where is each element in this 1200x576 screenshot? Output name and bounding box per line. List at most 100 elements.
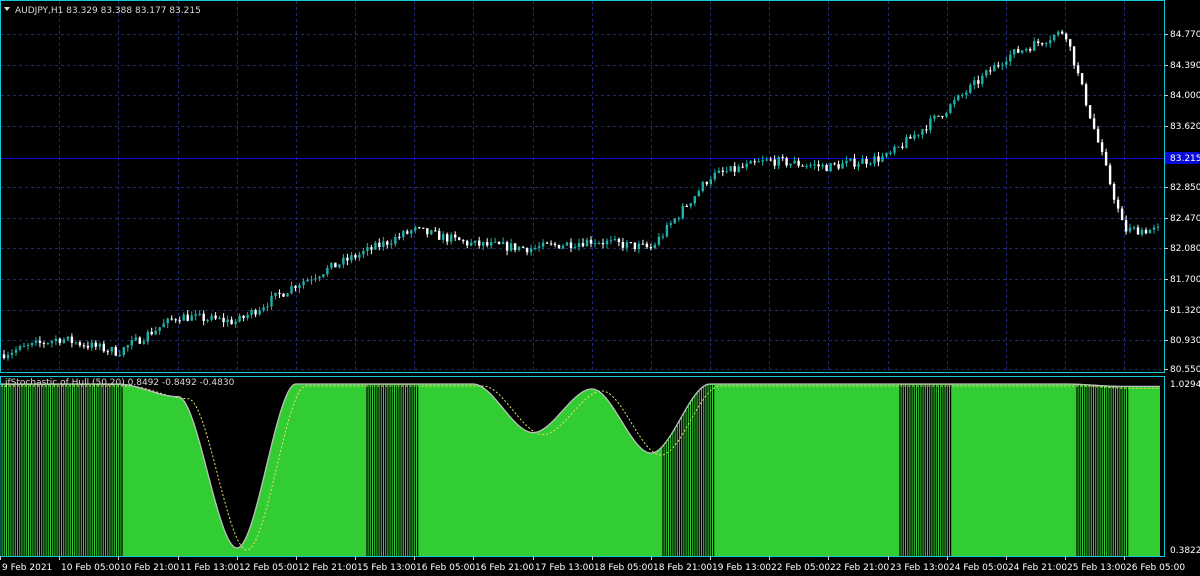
candle-body bbox=[741, 166, 744, 168]
candle-body bbox=[338, 264, 341, 268]
price-panel[interactable]: AUDJPY,H1 83.329 83.388 83.177 83.215 bbox=[0, 0, 1165, 373]
candle-body bbox=[713, 172, 716, 180]
candle-body bbox=[945, 112, 948, 117]
candle-body bbox=[490, 242, 493, 246]
chart-title: AUDJPY,H1 83.329 83.388 83.177 83.215 bbox=[15, 6, 201, 16]
candle-body bbox=[214, 315, 217, 319]
time-label: 12 Feb 05:00 bbox=[239, 563, 298, 573]
chart-window[interactable]: AUDJPY,H1 83.329 83.388 83.177 83.215 84… bbox=[0, 0, 1200, 576]
candle-body bbox=[853, 158, 856, 167]
candle-body bbox=[1029, 49, 1032, 51]
candle-body bbox=[1128, 227, 1132, 232]
candle-body bbox=[641, 243, 645, 245]
candle-body bbox=[773, 159, 776, 166]
candle-body bbox=[889, 152, 892, 154]
candle-body bbox=[901, 146, 904, 148]
candle-body bbox=[298, 285, 301, 288]
candle-body bbox=[957, 95, 960, 101]
candle-body bbox=[190, 315, 193, 321]
candle-body bbox=[813, 164, 816, 166]
candle-body bbox=[334, 262, 337, 268]
candle-body bbox=[1112, 184, 1116, 200]
candle-body bbox=[218, 317, 221, 319]
candle-body bbox=[322, 274, 325, 277]
candle-body bbox=[6, 355, 10, 359]
candle-body bbox=[1136, 227, 1140, 235]
candle-body bbox=[458, 237, 461, 241]
candle-body bbox=[633, 242, 637, 250]
candle-body bbox=[673, 218, 676, 224]
candle-body bbox=[657, 236, 661, 245]
candle-body bbox=[857, 163, 860, 167]
candle-body bbox=[434, 230, 437, 232]
candle-body bbox=[969, 84, 972, 93]
candle-body bbox=[725, 171, 728, 173]
candle-body bbox=[254, 310, 257, 315]
candle-body bbox=[278, 292, 281, 294]
candle-body bbox=[621, 242, 625, 248]
candle-body bbox=[178, 320, 181, 322]
candle-body bbox=[174, 319, 177, 321]
candle-body bbox=[46, 343, 50, 345]
candle-body bbox=[1096, 128, 1100, 143]
candle-body bbox=[282, 293, 285, 297]
candle-body bbox=[290, 286, 293, 294]
candle-body bbox=[1076, 65, 1080, 74]
price-label: 83.215 bbox=[1170, 154, 1200, 164]
candle-body bbox=[462, 240, 465, 242]
candle-body bbox=[1116, 199, 1120, 209]
candle-body bbox=[102, 343, 105, 352]
candle-body bbox=[1080, 73, 1084, 85]
candle-body bbox=[1152, 227, 1156, 230]
candle-body bbox=[10, 352, 14, 355]
candle-body bbox=[577, 243, 581, 248]
candle-body bbox=[613, 239, 617, 240]
time-label: 22 Feb 05:00 bbox=[771, 563, 830, 573]
candle-body bbox=[266, 306, 269, 308]
candle-body bbox=[406, 231, 409, 234]
candle-body bbox=[158, 327, 161, 331]
candle-body bbox=[521, 246, 525, 248]
candle-body bbox=[745, 163, 748, 168]
candle-body bbox=[833, 163, 836, 165]
price-label: 80.930 bbox=[1170, 336, 1200, 346]
candle-body bbox=[829, 163, 832, 172]
candle-body bbox=[557, 244, 561, 249]
candle-body bbox=[993, 65, 996, 72]
candle-body bbox=[505, 242, 509, 251]
price-panel-border bbox=[0, 0, 1165, 373]
price-label: 82.470 bbox=[1170, 214, 1200, 224]
time-label: 26 Feb 05:00 bbox=[1126, 563, 1185, 573]
time-label: 9 Feb 2021 bbox=[2, 563, 52, 573]
candle-body bbox=[82, 345, 86, 347]
time-label: 18 Feb 05:00 bbox=[594, 563, 653, 573]
candle-body bbox=[358, 254, 361, 258]
price-label: 84.390 bbox=[1170, 61, 1200, 71]
indicator-axis: 1.0294 0.3822 bbox=[1170, 380, 1200, 556]
candle-body bbox=[450, 234, 453, 242]
candle-body bbox=[442, 234, 445, 240]
candle-body bbox=[474, 240, 477, 243]
candle-body bbox=[18, 346, 22, 350]
indicator-panel[interactable]: jfStochastic of Hull (50,20) 0.8492 -0.8… bbox=[0, 376, 1165, 557]
candle-body bbox=[366, 247, 369, 251]
candle-body bbox=[941, 116, 944, 118]
candle-body bbox=[242, 315, 245, 318]
candle-body bbox=[653, 244, 657, 248]
candle-body bbox=[509, 243, 513, 251]
candle-body bbox=[86, 345, 90, 348]
candle-body bbox=[537, 246, 541, 248]
candle-body bbox=[721, 170, 724, 172]
candle-body bbox=[729, 166, 732, 172]
candle-body bbox=[142, 341, 145, 344]
candle-body bbox=[609, 239, 613, 241]
indicator-histogram bbox=[0, 384, 1160, 556]
candle-body bbox=[797, 160, 800, 166]
candle-body bbox=[717, 170, 720, 173]
candle-body bbox=[981, 75, 984, 84]
price-label: 84.000 bbox=[1170, 91, 1200, 101]
candle-body bbox=[1120, 208, 1124, 221]
candle-body bbox=[861, 159, 864, 164]
candle-body bbox=[1033, 41, 1036, 51]
candle-body bbox=[637, 243, 641, 250]
